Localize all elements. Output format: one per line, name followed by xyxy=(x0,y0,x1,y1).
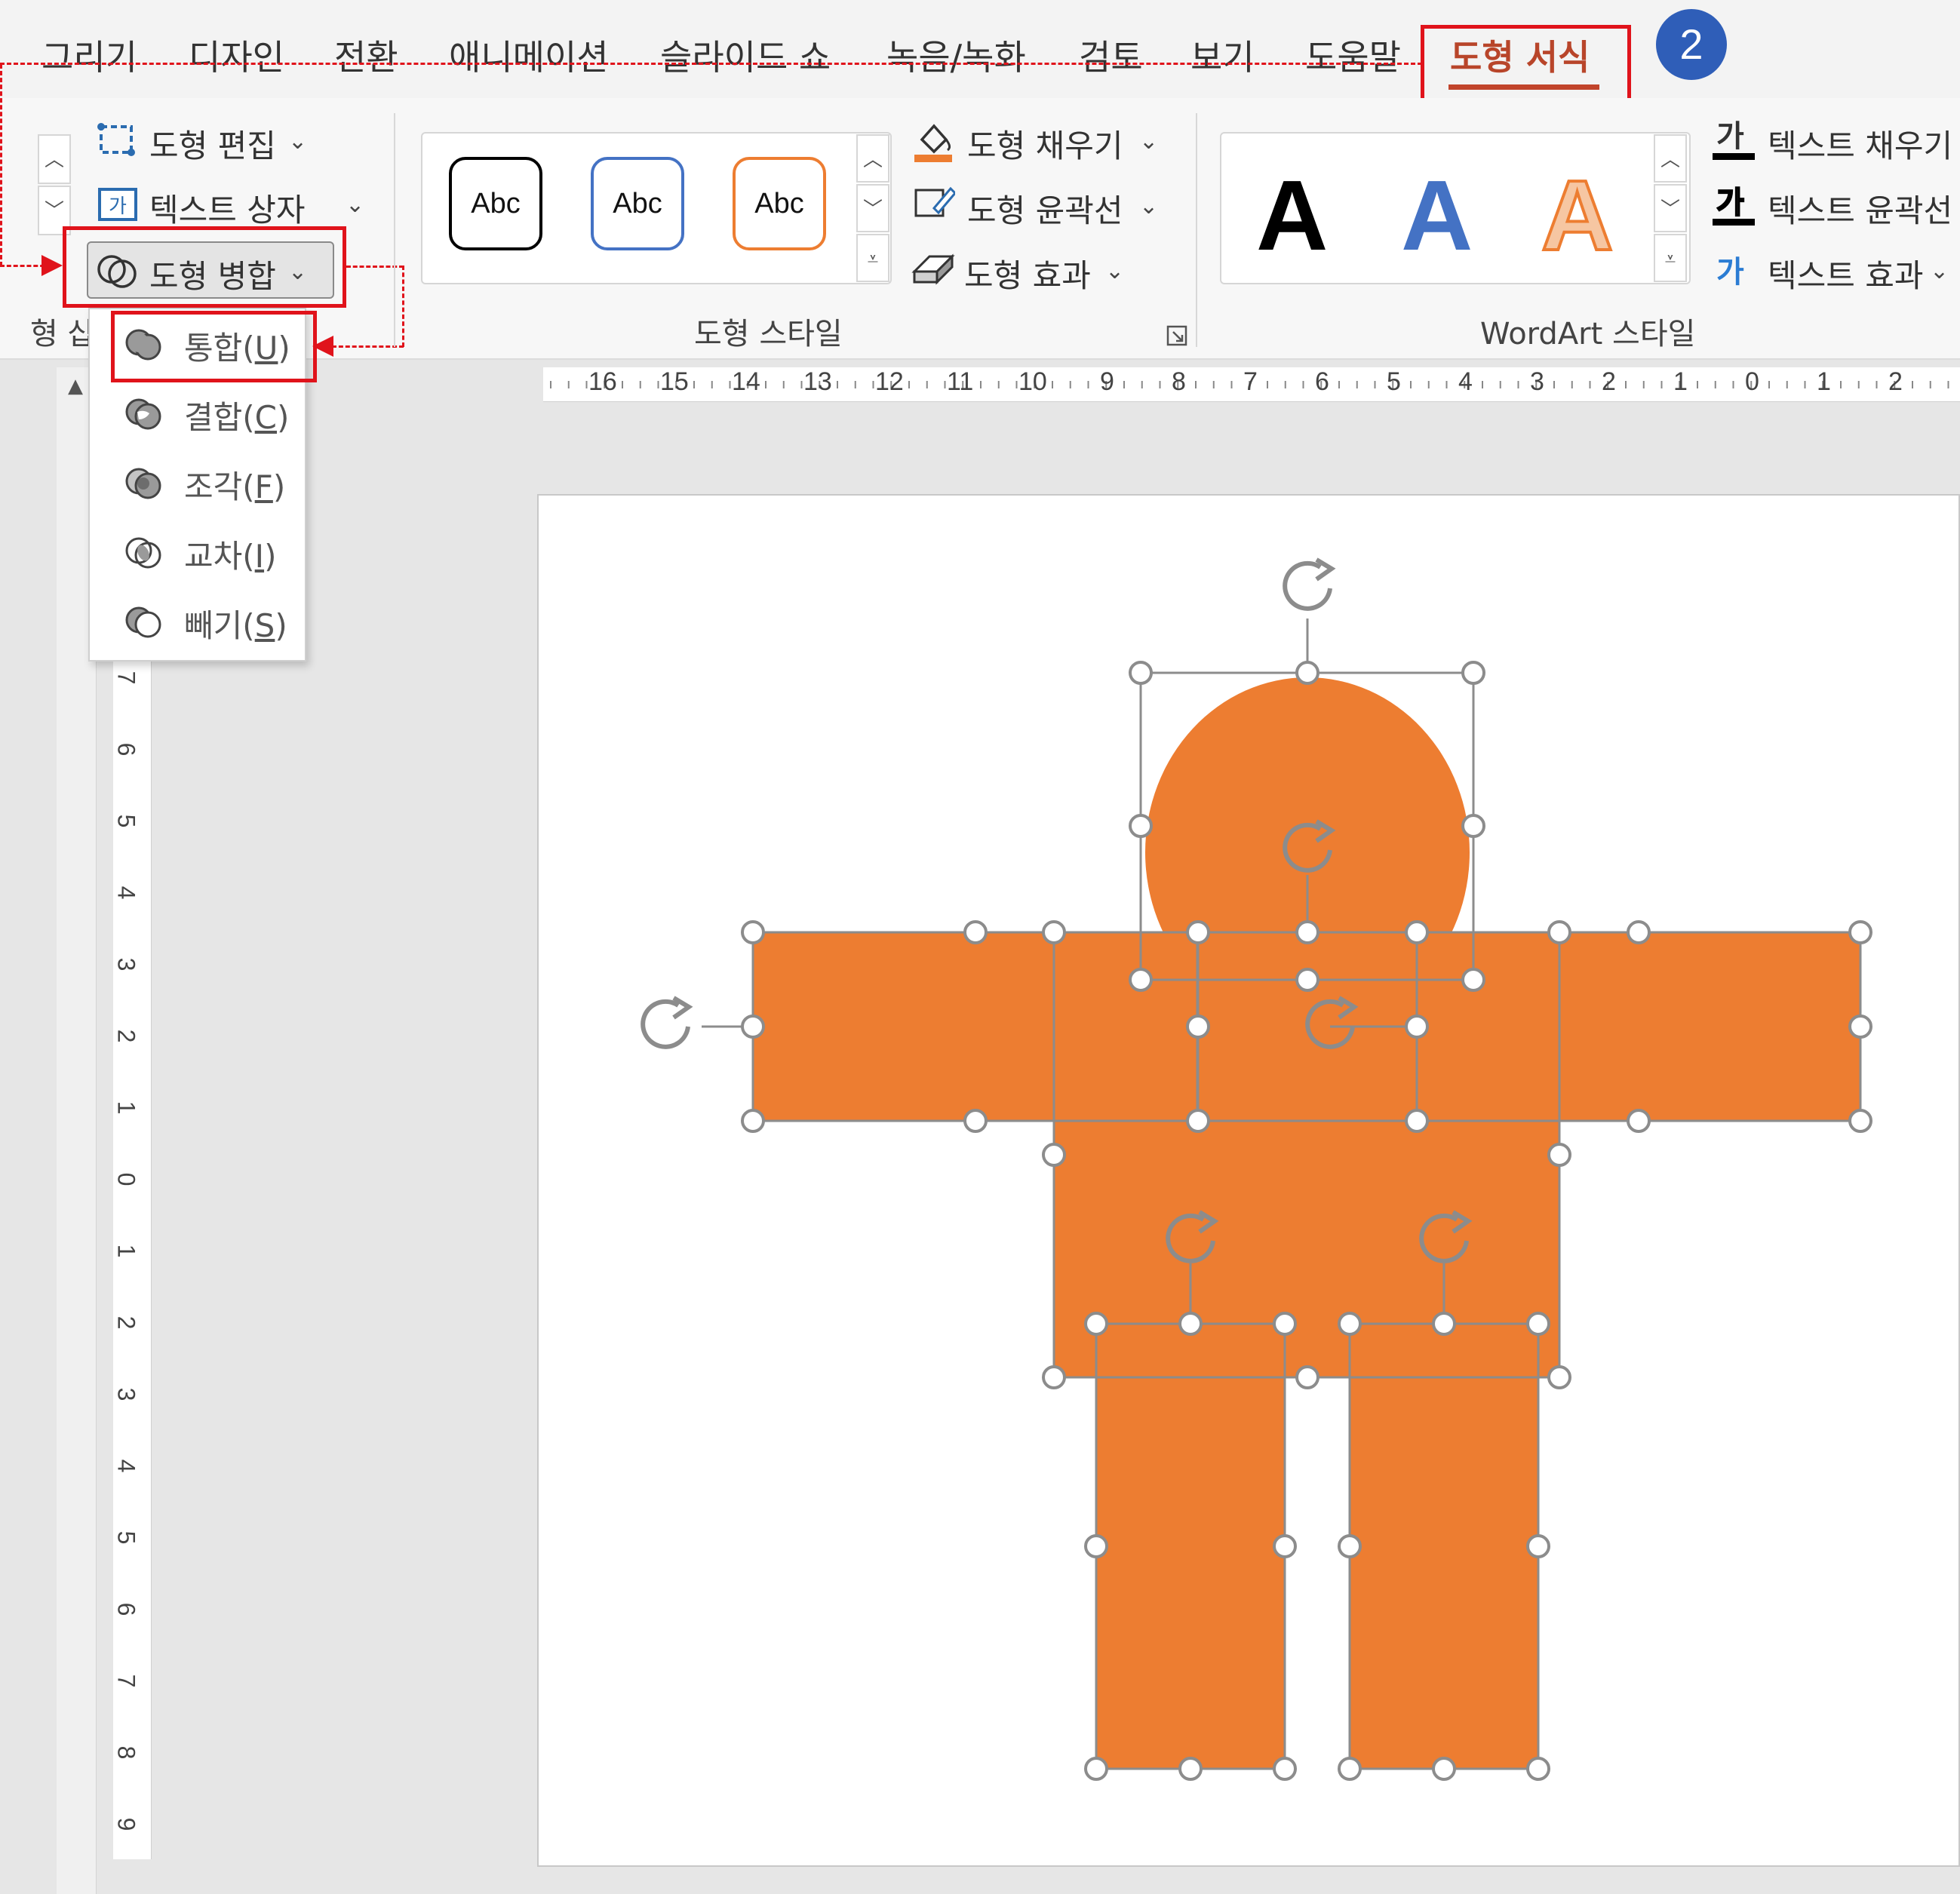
menu-item-label: 조각(F) xyxy=(184,468,286,505)
fragment-icon xyxy=(125,468,161,499)
menu-item-label: 교차(I) xyxy=(184,538,277,575)
body-rectangle[interactable] xyxy=(1054,932,1559,1377)
menu-item-fragment[interactable]: 조각(F) xyxy=(90,448,305,516)
menu-item-label: 빼기(S) xyxy=(184,607,287,644)
menu-item-label: 결합(C) xyxy=(184,399,290,436)
right-leg-rectangle[interactable] xyxy=(1350,1324,1538,1769)
menu-item-intersect[interactable]: 교차(I) xyxy=(90,517,305,585)
figure-shapes xyxy=(753,677,1860,1769)
combine-icon xyxy=(125,398,161,430)
menu-item-subtract[interactable]: 빼기(S) xyxy=(90,587,305,655)
menu-item-combine[interactable]: 결합(C) xyxy=(90,379,305,447)
highlight-box-union xyxy=(111,311,317,382)
intersect-icon xyxy=(125,537,161,569)
figure-layer xyxy=(641,557,1872,1781)
left-leg-rectangle[interactable] xyxy=(1096,1324,1285,1769)
subtract-icon xyxy=(125,606,161,638)
